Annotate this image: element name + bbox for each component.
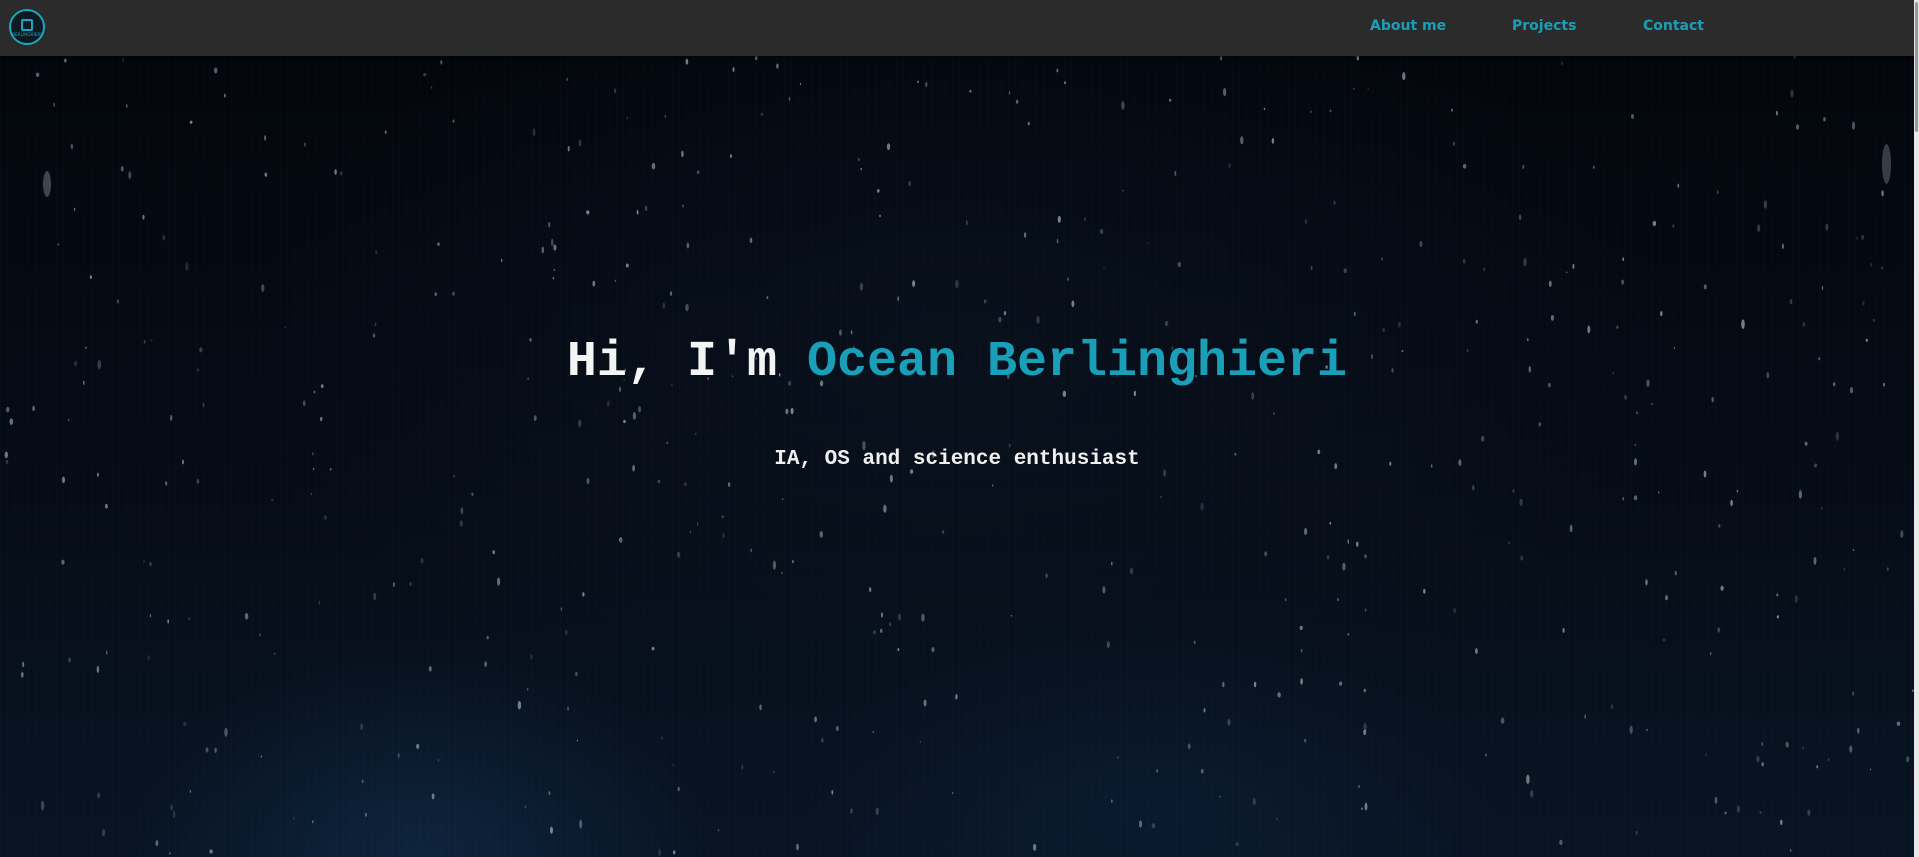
hero-tagline: IA, OS and science enthusiast bbox=[774, 448, 1140, 471]
rain-drop-decoration bbox=[43, 171, 51, 197]
scrollbar-thumb[interactable] bbox=[1915, 2, 1918, 132]
page: BERLINGHIERI About me Projects Contact H… bbox=[0, 0, 1919, 857]
logo-text: BERLINGHIERI bbox=[12, 32, 42, 37]
page-scrollbar[interactable] bbox=[1914, 0, 1919, 857]
site-logo[interactable]: BERLINGHIERI bbox=[9, 9, 45, 45]
chip-logo-icon bbox=[21, 19, 33, 31]
hero-title: Hi, I'm Ocean Berlinghieri bbox=[0, 333, 1914, 393]
navbar: BERLINGHIERI About me Projects Contact bbox=[0, 0, 1914, 56]
rain-drop-decoration bbox=[1882, 144, 1891, 184]
nav-link-about-me[interactable]: About me bbox=[1370, 18, 1446, 34]
hero-greeting: Hi, I'm bbox=[566, 334, 807, 391]
nav-link-projects[interactable]: Projects bbox=[1512, 18, 1576, 34]
hero-name: Ocean Berlinghieri bbox=[806, 334, 1348, 391]
nav-link-contact[interactable]: Contact bbox=[1643, 18, 1704, 34]
